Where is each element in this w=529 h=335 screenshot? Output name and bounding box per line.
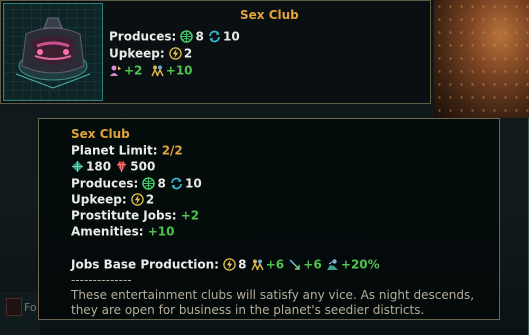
jbp-b-value: +6: [303, 257, 322, 272]
background-button[interactable]: [6, 298, 22, 316]
jbp-energy-value: 8: [238, 257, 247, 272]
tooltip-produces-trade: 8: [157, 176, 166, 191]
mineral-icon: [71, 160, 84, 173]
upkeep-row: Upkeep: 2: [109, 46, 192, 61]
amenities-label: Amenities:: [71, 224, 144, 239]
prostitute-jobs-value: +2: [180, 208, 200, 223]
unity-icon: [288, 258, 301, 271]
job-icon: [151, 64, 164, 77]
tooltip-produces-row: Produces: 8 10: [71, 176, 202, 191]
upkeep-energy-value: 2: [183, 46, 193, 61]
tooltip-produces-amenities: 10: [185, 176, 202, 191]
background-strip-text: Fo: [24, 301, 37, 314]
jobs-a-value: +2: [124, 63, 143, 78]
cost-minerals-value: 180: [86, 159, 112, 174]
energy-icon: [131, 193, 144, 206]
cost-row: 180 500: [71, 159, 155, 174]
nebula-background: [434, 0, 529, 118]
planet-limit-row: Planet Limit: 2/2: [71, 143, 183, 158]
amenities-icon: [170, 177, 183, 190]
tooltip-upkeep-label: Upkeep:: [71, 192, 127, 207]
building-portrait-art: [15, 17, 91, 89]
ship-icon: [326, 258, 339, 271]
tooltip-upkeep-row: Upkeep: 2: [71, 192, 154, 207]
amenities-icon: [208, 30, 221, 43]
produces-row: Produces: 8 10: [109, 29, 240, 44]
building-portrait: [3, 3, 103, 101]
jobs-base-label: Jobs Base Production:: [71, 257, 219, 272]
planet-limit-value: 2/2: [161, 143, 183, 158]
tooltip-produces-label: Produces:: [71, 176, 139, 191]
pop-icon: [109, 64, 122, 77]
jbp-a-value: +6: [265, 257, 285, 272]
energy-icon: [169, 47, 182, 60]
produces-amenities-value: 10: [223, 29, 240, 44]
building-description: These entertainment clubs will satisfy a…: [71, 288, 475, 317]
produces-trade-value: 8: [195, 29, 204, 44]
separator: --------------: [71, 273, 132, 287]
jbp-c-value: +20%: [340, 257, 380, 272]
prostitute-jobs-label: Prostitute Jobs:: [71, 208, 177, 223]
rare-crystal-icon: [115, 160, 128, 173]
upkeep-label: Upkeep:: [109, 46, 165, 61]
jobs-base-production-row: Jobs Base Production: 8 +6 +6 +20%: [71, 257, 380, 272]
amenities-value: +10: [147, 224, 175, 239]
tooltip-title: Sex Club: [71, 127, 130, 141]
tooltip-upkeep-energy: 2: [145, 192, 155, 207]
job-icon: [251, 258, 264, 271]
amenities-row: Amenities: +10: [71, 224, 174, 239]
prostitute-jobs-row: Prostitute Jobs: +2: [71, 208, 199, 223]
produces-label: Produces:: [109, 29, 177, 44]
jobs-b-value: +10: [165, 63, 193, 78]
trade-icon: [142, 177, 156, 190]
energy-icon: [223, 258, 236, 271]
trade-icon: [180, 30, 194, 43]
building-title: Sex Club: [240, 8, 299, 22]
planet-limit-label: Planet Limit:: [71, 143, 158, 158]
cost-rare-value: 500: [130, 159, 156, 174]
jobs-row: +2 +10: [109, 63, 193, 78]
building-summary-panel[interactable]: Sex Club Produces: 8 10 Upkeep: 2 +2 +10: [0, 0, 431, 104]
